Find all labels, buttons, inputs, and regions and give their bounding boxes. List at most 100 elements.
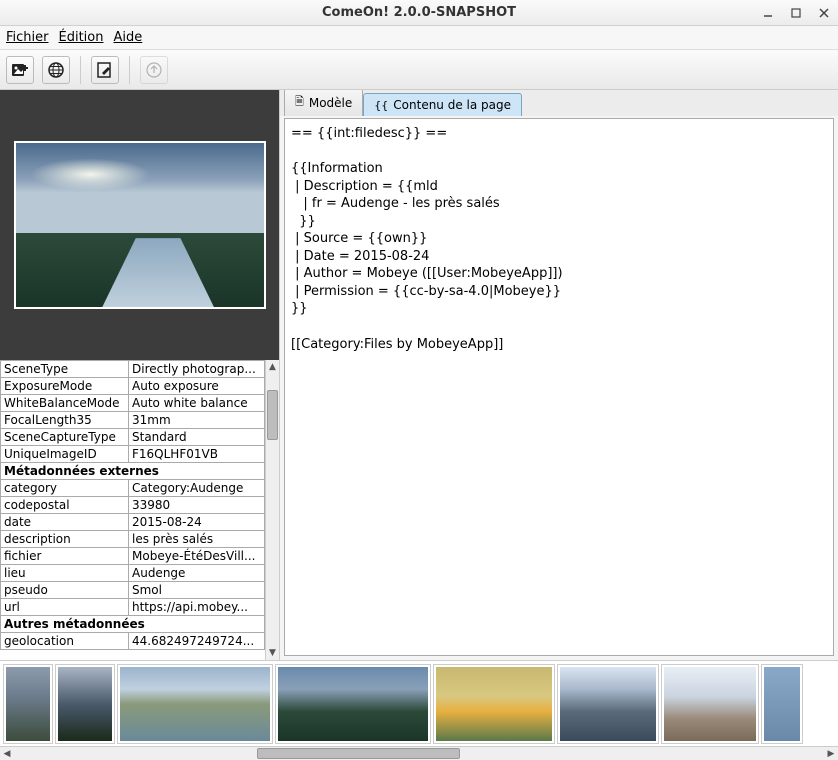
table-row[interactable]: SceneCaptureTypeStandard [1, 429, 265, 446]
hscroll-thumb[interactable] [257, 748, 460, 759]
edit-button[interactable] [91, 56, 119, 84]
table-row[interactable]: FocalLength3531mm [1, 412, 265, 429]
metadata-value: 33980 [129, 497, 265, 514]
section-header-label: Autres métadonnées [1, 616, 265, 633]
table-row[interactable]: WhiteBalanceModeAuto white balance [1, 395, 265, 412]
metadata-panel: SceneTypeDirectly photograp...ExposureMo… [0, 360, 279, 660]
image-preview[interactable] [14, 141, 266, 309]
menu-edit[interactable]: Édition [59, 30, 104, 45]
thumbnail-4[interactable] [276, 665, 430, 743]
preview-area [0, 90, 279, 360]
metadata-value: Directly photograp... [129, 361, 265, 378]
thumbnail-5[interactable] [434, 665, 554, 743]
table-row[interactable]: SceneTypeDirectly photograp... [1, 361, 265, 378]
minimize-button[interactable] [760, 5, 776, 21]
menu-help[interactable]: Aide [113, 30, 142, 45]
main-area: SceneTypeDirectly photograp...ExposureMo… [0, 90, 838, 660]
thumbnail-6[interactable] [558, 665, 658, 743]
metadata-value: 44.682497249724... [129, 633, 265, 650]
metadata-value: 2015-08-24 [129, 514, 265, 531]
section-header-label: Métadonnées externes [1, 463, 265, 480]
table-row[interactable]: ExposureModeAuto exposure [1, 378, 265, 395]
metadata-table-scroll[interactable]: SceneTypeDirectly photograp...ExposureMo… [0, 360, 265, 660]
titlebar: ComeOn! 2.0.0-SNAPSHOT [0, 0, 838, 26]
scroll-up-button[interactable]: ▲ [266, 360, 279, 374]
menu-file[interactable]: Fichier [6, 30, 49, 45]
toolbar [0, 50, 838, 90]
tabs-row: 🗎 Modèle {{ Contenu de la page [280, 90, 838, 116]
table-row[interactable]: categoryCategory:Audenge [1, 480, 265, 497]
thumbnail-row[interactable] [0, 661, 838, 746]
left-pane: SceneTypeDirectly photograp...ExposureMo… [0, 90, 280, 660]
table-row[interactable]: codepostal33980 [1, 497, 265, 514]
thumbnail-3[interactable] [118, 665, 272, 743]
thumbnail-2[interactable] [56, 665, 114, 743]
scroll-down-button[interactable]: ▼ [266, 646, 279, 660]
metadata-key: geolocation [1, 633, 129, 650]
tab-page-content[interactable]: {{ Contenu de la page [363, 93, 522, 116]
thumbnail-1[interactable] [4, 665, 52, 743]
picture-plus-icon [11, 61, 29, 79]
metadata-section-header: Métadonnées externes [1, 463, 265, 480]
upload-button [140, 56, 168, 84]
scroll-left-button[interactable]: ◀ [0, 747, 14, 760]
thumbnail-strip: ◀ ▶ [0, 660, 838, 760]
metadata-key: FocalLength35 [1, 412, 129, 429]
hscroll-track[interactable] [14, 747, 824, 760]
metadata-value: Category:Audenge [129, 480, 265, 497]
add-images-button[interactable] [6, 56, 34, 84]
metadata-key: lieu [1, 565, 129, 582]
metadata-key: SceneCaptureType [1, 429, 129, 446]
upload-icon [145, 61, 163, 79]
metadata-value: Smol [129, 582, 265, 599]
tab-model-label: Modèle [309, 96, 352, 110]
metadata-key: date [1, 514, 129, 531]
metadata-key: description [1, 531, 129, 548]
metadata-value: F16QLHF01VB [129, 446, 265, 463]
metadata-key: ExposureMode [1, 378, 129, 395]
metadata-key: WhiteBalanceMode [1, 395, 129, 412]
page-content-editor[interactable]: == {{int:filedesc}} == {{Information | D… [284, 118, 834, 656]
scroll-right-button[interactable]: ▶ [824, 747, 838, 760]
metadata-key: pseudo [1, 582, 129, 599]
metadata-value: Standard [129, 429, 265, 446]
table-row[interactable]: date2015-08-24 [1, 514, 265, 531]
right-pane: 🗎 Modèle {{ Contenu de la page == {{int:… [280, 90, 838, 660]
web-browser-button[interactable] [42, 56, 70, 84]
table-row[interactable]: pseudoSmol [1, 582, 265, 599]
vertical-scrollbar[interactable]: ▲ ▼ [265, 360, 279, 660]
metadata-key: UniqueImageID [1, 446, 129, 463]
table-row[interactable]: geolocation44.682497249724... [1, 633, 265, 650]
metadata-value: Auto white balance [129, 395, 265, 412]
metadata-key: fichier [1, 548, 129, 565]
table-row[interactable]: urlhttps://api.mobey... [1, 599, 265, 616]
metadata-key: url [1, 599, 129, 616]
metadata-value: 31mm [129, 412, 265, 429]
metadata-value: les près salés [129, 531, 265, 548]
app-window: ComeOn! 2.0.0-SNAPSHOT Fichier Édition A… [0, 0, 838, 760]
menubar: Fichier Édition Aide [0, 26, 838, 50]
globe-icon [47, 61, 65, 79]
scroll-thumb[interactable] [267, 390, 278, 440]
metadata-section-header: Autres métadonnées [1, 616, 265, 633]
document-icon: 🗎 [295, 93, 304, 112]
table-row[interactable]: UniqueImageIDF16QLHF01VB [1, 446, 265, 463]
thumbnail-7[interactable] [662, 665, 758, 743]
metadata-table: SceneTypeDirectly photograp...ExposureMo… [0, 360, 265, 650]
braces-icon: {{ [374, 99, 388, 112]
close-button[interactable] [816, 5, 832, 21]
metadata-key: codepostal [1, 497, 129, 514]
toolbar-separator [129, 56, 130, 84]
thumbnail-8[interactable] [762, 665, 802, 743]
maximize-button[interactable] [788, 5, 804, 21]
window-controls [760, 5, 832, 21]
tab-model[interactable]: 🗎 Modèle [284, 90, 363, 116]
metadata-value: Auto exposure [129, 378, 265, 395]
metadata-value: https://api.mobey... [129, 599, 265, 616]
edit-icon [96, 61, 114, 79]
table-row[interactable]: lieuAudenge [1, 565, 265, 582]
metadata-key: SceneType [1, 361, 129, 378]
table-row[interactable]: descriptionles près salés [1, 531, 265, 548]
table-row[interactable]: fichierMobeye-ÉtéDesVill... [1, 548, 265, 565]
horizontal-scrollbar[interactable]: ◀ ▶ [0, 746, 838, 760]
